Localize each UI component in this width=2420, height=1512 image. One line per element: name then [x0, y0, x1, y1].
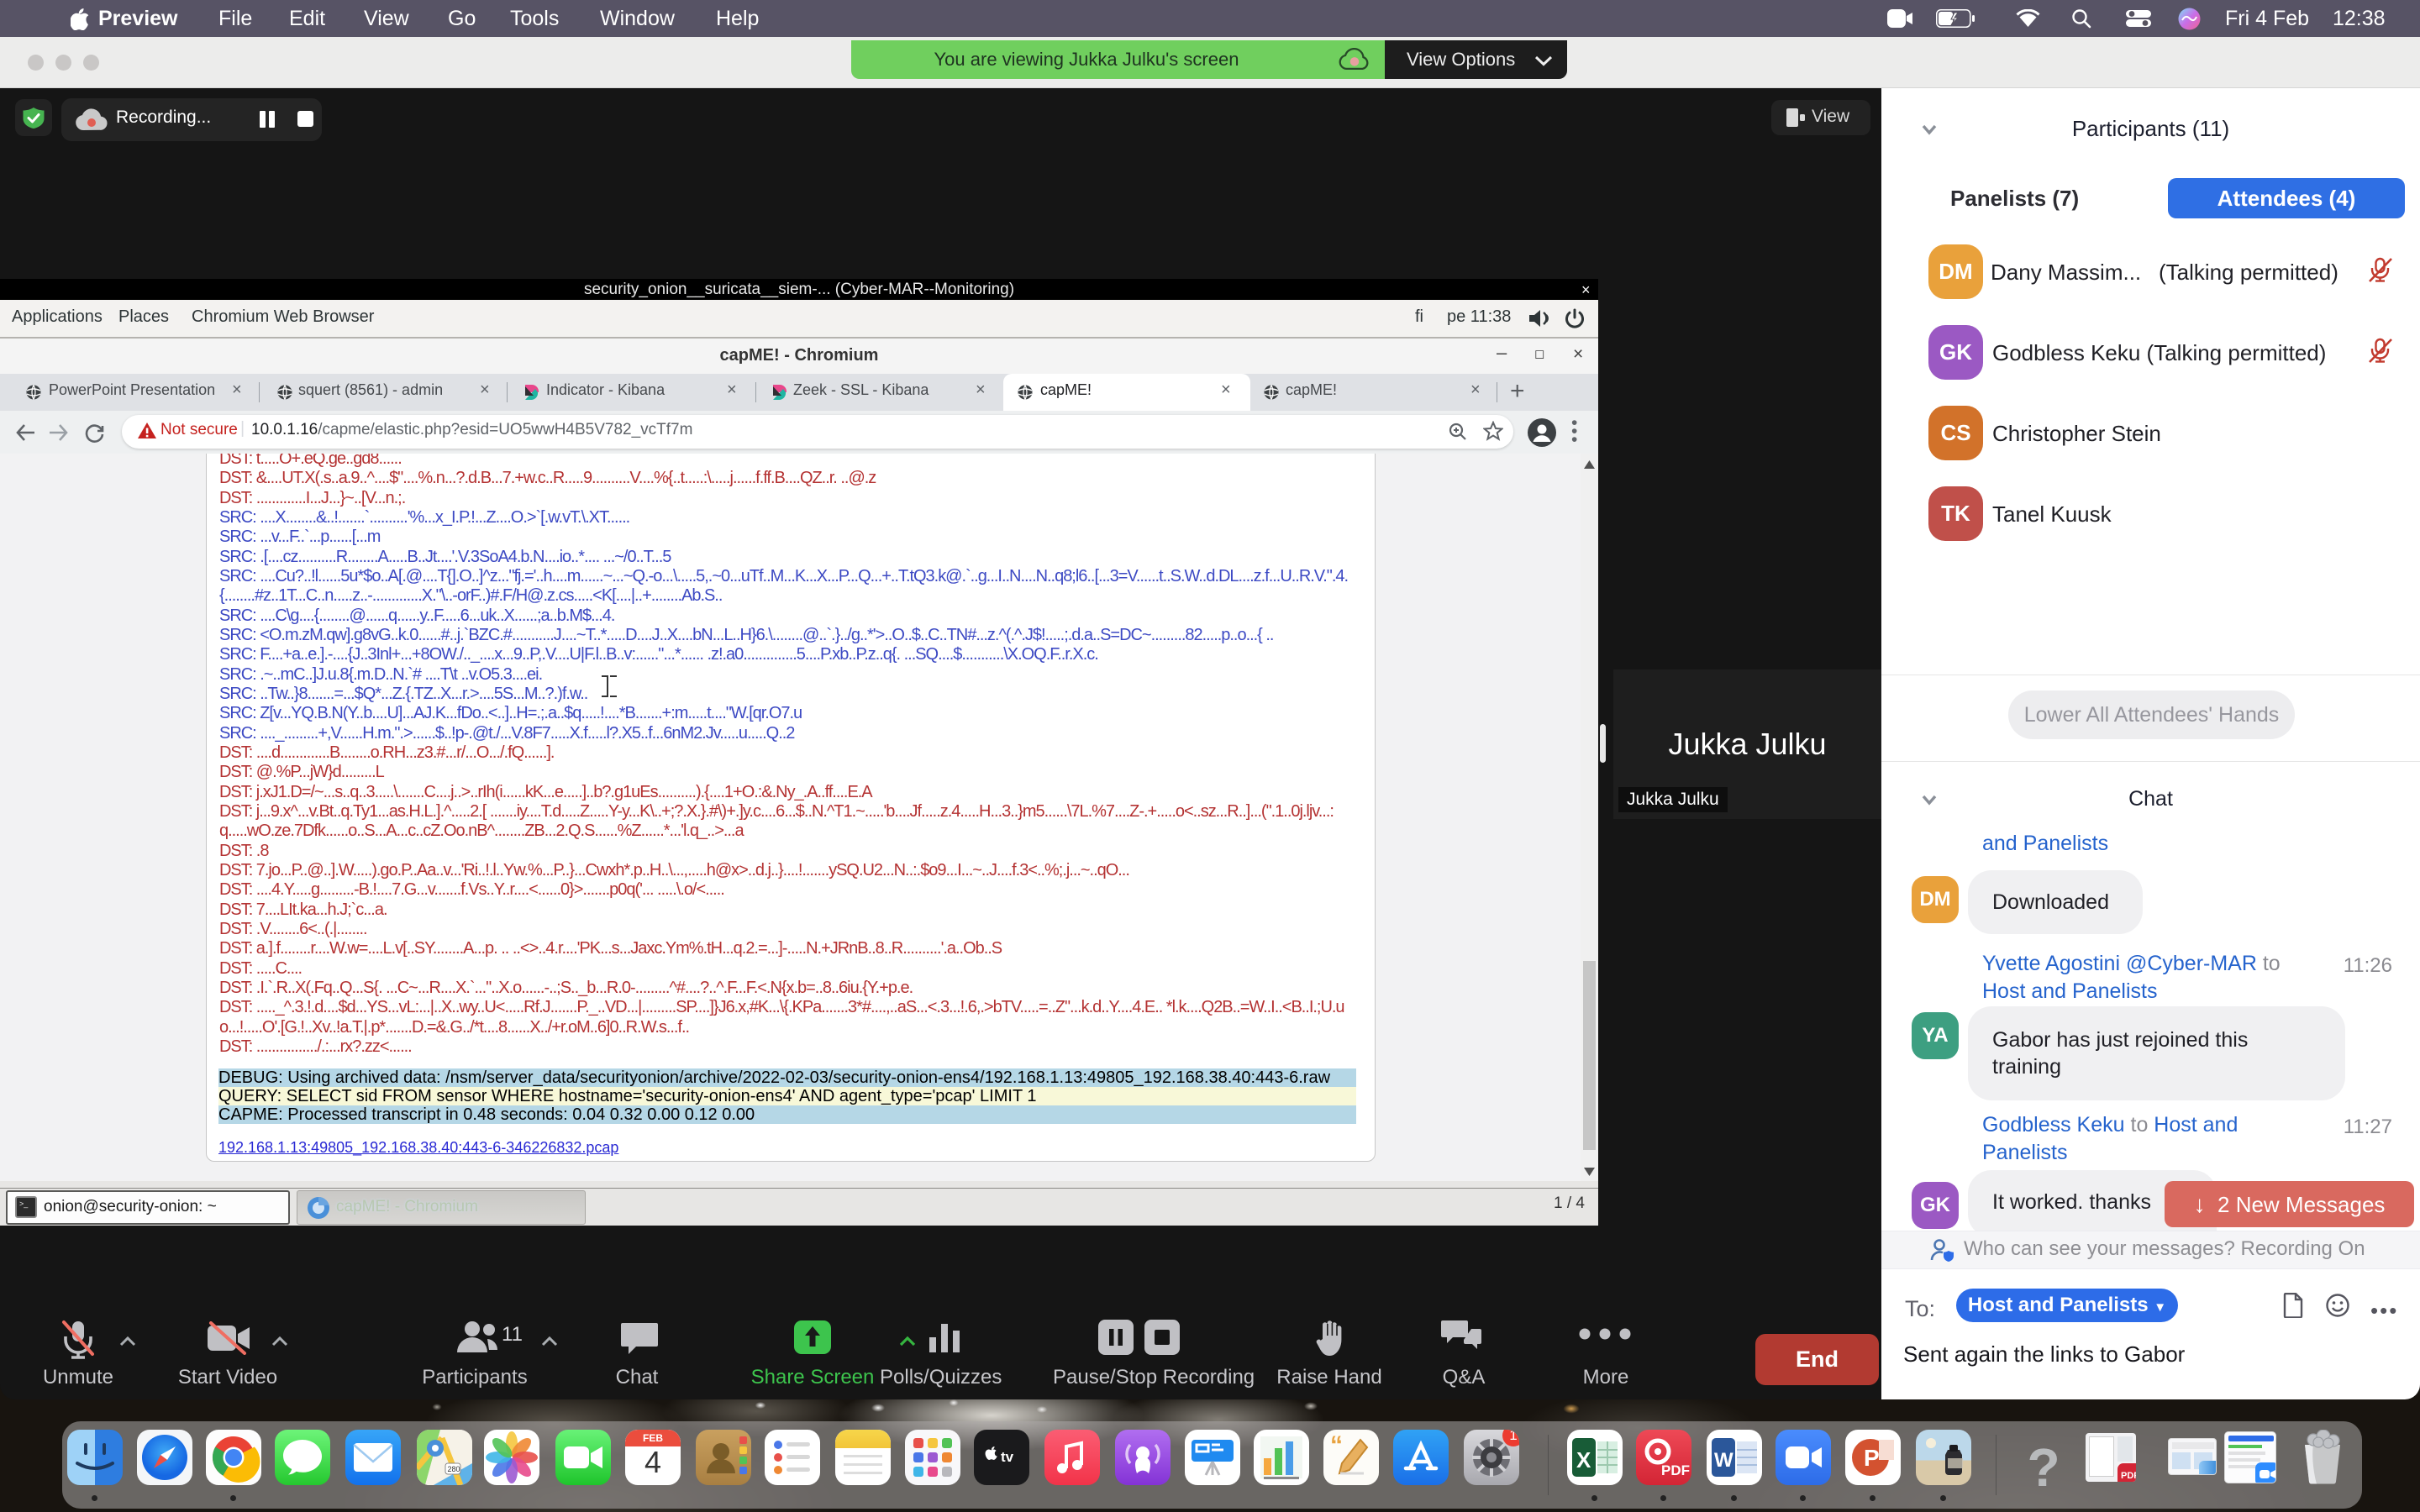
- svg-text:“: “: [1330, 1431, 1343, 1459]
- svg-text:X: X: [1576, 1447, 1591, 1473]
- svg-text:P: P: [1864, 1445, 1880, 1471]
- svg-text:tv: tv: [1001, 1449, 1014, 1465]
- svg-text:W: W: [1714, 1449, 1733, 1472]
- svg-text:280: 280: [448, 1465, 460, 1473]
- svg-text:PDF: PDF: [1661, 1462, 1690, 1478]
